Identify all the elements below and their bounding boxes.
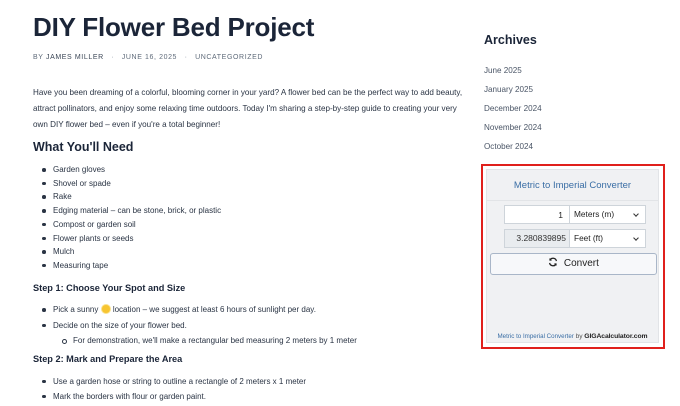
- post-meta: BY JAMES MILLER · JUNE 16, 2025 · UNCATE…: [33, 54, 263, 61]
- list-item: Mark the borders with flour or garden pa…: [41, 389, 306, 404]
- convert-button[interactable]: Convert: [490, 253, 657, 275]
- input-row: Meters (m): [504, 205, 646, 224]
- sun-emoji-icon: [101, 305, 110, 313]
- list-item-text: location – we suggest at least 6 hours o…: [112, 305, 316, 314]
- to-unit-label: Feet (ft): [574, 233, 604, 243]
- post-title: DIY Flower Bed Project: [33, 12, 315, 42]
- archive-link[interactable]: December 2024: [484, 100, 542, 119]
- sub-list-item: For demonstration, we'll make a rectangu…: [53, 333, 357, 349]
- chevron-down-icon: [633, 211, 639, 217]
- archive-link[interactable]: January 2025: [484, 81, 542, 100]
- converter-widget: Metric to Imperial Converter Meters (m) …: [486, 169, 659, 343]
- gigacalculator-logo[interactable]: GIGAcalculator.com: [584, 333, 647, 340]
- divider: [487, 200, 658, 201]
- list-item: Edging material – can be stone, brick, o…: [41, 204, 221, 218]
- intro-paragraph: Have you been dreaming of a colorful, bl…: [33, 88, 463, 130]
- highlight-frame: Metric to Imperial Converter Meters (m) …: [481, 164, 665, 349]
- archives-list: June 2025 January 2025 December 2024 Nov…: [484, 62, 542, 157]
- need-heading: What You'll Need: [33, 140, 134, 154]
- to-unit-select[interactable]: Feet (ft): [570, 229, 646, 248]
- archives-title: Archives: [484, 33, 537, 47]
- list-item: Rake: [41, 190, 221, 204]
- needs-list: Garden gloves Shovel or spade Rake Edgin…: [41, 163, 221, 273]
- from-unit-select[interactable]: Meters (m): [570, 205, 646, 224]
- step1-heading: Step 1: Choose Your Spot and Size: [33, 283, 186, 293]
- from-unit-label: Meters (m): [574, 209, 615, 219]
- meta-by: BY: [33, 54, 44, 61]
- list-item: Use a garden hose or string to outline a…: [41, 374, 306, 389]
- meta-separator: ·: [184, 54, 188, 61]
- result-value: 3.280839895: [504, 229, 570, 248]
- refresh-icon: [549, 257, 558, 267]
- meta-author-link[interactable]: JAMES MILLER: [46, 54, 104, 61]
- meta-category-link[interactable]: UNCATEGORIZED: [195, 54, 263, 61]
- credit-link[interactable]: Metric to Imperial Converter: [498, 333, 574, 340]
- list-item: Garden gloves: [41, 163, 221, 177]
- widget-credit: Metric to Imperial Converter by GIGAcalc…: [487, 333, 658, 340]
- archive-link[interactable]: November 2024: [484, 119, 542, 138]
- chevron-down-icon: [633, 235, 639, 241]
- list-item: Mulch: [41, 245, 221, 259]
- value-input[interactable]: [504, 205, 570, 224]
- list-item: Compost or garden soil: [41, 218, 221, 232]
- widget-title-link[interactable]: Metric to Imperial Converter: [487, 180, 658, 191]
- list-item: Measuring tape: [41, 259, 221, 273]
- meta-separator: ·: [111, 54, 115, 61]
- convert-label: Convert: [563, 258, 599, 269]
- archive-link[interactable]: June 2025: [484, 62, 542, 81]
- list-item: Pick a sunny location – we suggest at le…: [42, 302, 357, 318]
- archive-link[interactable]: October 2024: [484, 138, 542, 157]
- meta-date[interactable]: JUNE 16, 2025: [122, 54, 177, 61]
- list-item: Decide on the size of your flower bed.: [42, 318, 357, 334]
- step2-heading: Step 2: Mark and Prepare the Area: [33, 354, 183, 364]
- list-item-text: Pick a sunny: [53, 305, 99, 314]
- list-item: Flower plants or seeds: [41, 232, 221, 246]
- step1-list: Pick a sunny location – we suggest at le…: [42, 302, 357, 349]
- list-item: Shovel or spade: [41, 177, 221, 191]
- credit-by: by: [575, 333, 583, 340]
- result-row: 3.280839895 Feet (ft): [504, 229, 646, 248]
- step2-list: Use a garden hose or string to outline a…: [41, 374, 306, 404]
